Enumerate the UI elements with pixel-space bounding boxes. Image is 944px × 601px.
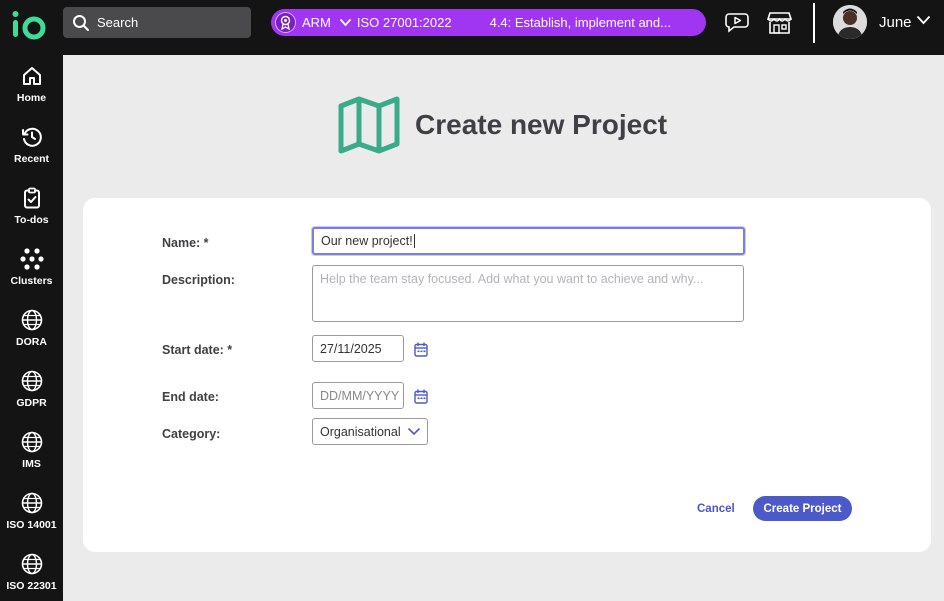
description-label: Description: [162,273,235,287]
clusters-icon [19,248,44,270]
context-clause: 4.4: Establish, implement and... [489,15,671,30]
sidebar-item-todos[interactable]: To-dos [0,187,63,247]
start-date-value: 27/11/2025 [320,341,382,356]
award-icon [275,12,296,33]
clipboard-check-icon [23,187,40,209]
globe-icon [21,492,42,514]
search-label: Search [97,15,139,30]
end-date-placeholder: DD/MM/YYYY [320,388,400,403]
sidebar-item-clusters[interactable]: Clusters [0,248,63,308]
sidebar-item-label: Recent [13,153,49,165]
sidebar-item-label: ISO 22301 [6,580,57,592]
topbar-divider [813,3,815,43]
start-date-label: Start date: * [162,343,233,357]
home-icon [22,67,41,85]
sidebar-item-label: To-dos [14,214,49,226]
category-value: Organisational [320,424,401,439]
sidebar-item-label: GDPR [16,397,47,409]
sidebar-item-label: Clusters [10,275,53,287]
cancel-button[interactable]: Cancel [697,503,735,515]
sidebar-item-gdpr[interactable]: GDPR [0,370,63,430]
globe-icon [21,370,42,392]
avatar[interactable] [833,5,867,39]
map-icon [338,96,400,154]
description-field[interactable]: Help the team stay focused. Add what you… [312,265,744,322]
category-select[interactable]: Organisational [312,418,428,445]
page-header: Create new Project [338,96,667,154]
sidebar-item-label: ISO 14001 [6,519,57,531]
search-bar[interactable]: Search [63,7,251,38]
sidebar-item-iso-14001[interactable]: ISO 14001 [0,492,63,552]
sidebar: Home Recent To-dos Clusters DORA GDPR IM… [0,55,63,601]
text-cursor [413,234,415,248]
globe-icon [21,309,42,331]
marketplace-icon[interactable] [767,11,792,35]
sidebar-item-dora[interactable]: DORA [0,309,63,369]
globe-icon [21,553,42,575]
sidebar-item-recent[interactable]: Recent [0,126,63,186]
chevron-down-icon[interactable] [339,18,352,27]
sidebar-item-iso-22301[interactable]: ISO 22301 [0,553,63,601]
sidebar-item-label: Home [16,92,47,104]
user-name[interactable]: June [879,14,912,31]
globe-icon [21,431,42,453]
chevron-down-icon[interactable] [916,15,931,25]
chevron-down-icon [407,427,420,436]
create-project-form: Name: * Our new project! Description: He… [83,198,931,552]
create-project-button[interactable]: Create Project [753,496,852,521]
end-date-field[interactable]: DD/MM/YYYY [312,382,404,409]
name-field[interactable]: Our new project! [312,227,745,255]
sidebar-item-label: DORA [16,336,47,348]
end-date-label: End date: [162,390,219,404]
calendar-icon[interactable] [414,342,428,357]
top-bar: Search ARM ISO 27001:2022 4.4: Establish… [0,0,944,55]
app-logo[interactable] [11,9,47,41]
context-org: ARM [302,15,331,30]
search-icon [73,14,89,31]
start-date-field[interactable]: 27/11/2025 [312,335,404,362]
calendar-icon[interactable] [414,389,428,404]
context-selector[interactable]: ARM ISO 27001:2022 4.4: Establish, imple… [271,9,706,36]
name-value: Our new project! [321,234,413,248]
history-icon [21,127,42,147]
context-standard: ISO 27001:2022 [356,15,452,30]
sidebar-item-ims[interactable]: IMS [0,431,63,491]
video-play-icon[interactable] [725,11,749,33]
page-title: Create new Project [415,109,668,140]
description-placeholder: Help the team stay focused. Add what you… [320,272,704,286]
sidebar-item-label: IMS [22,458,41,470]
category-label: Category: [162,427,221,441]
name-label: Name: * [162,236,209,250]
sidebar-item-home[interactable]: Home [0,65,63,125]
